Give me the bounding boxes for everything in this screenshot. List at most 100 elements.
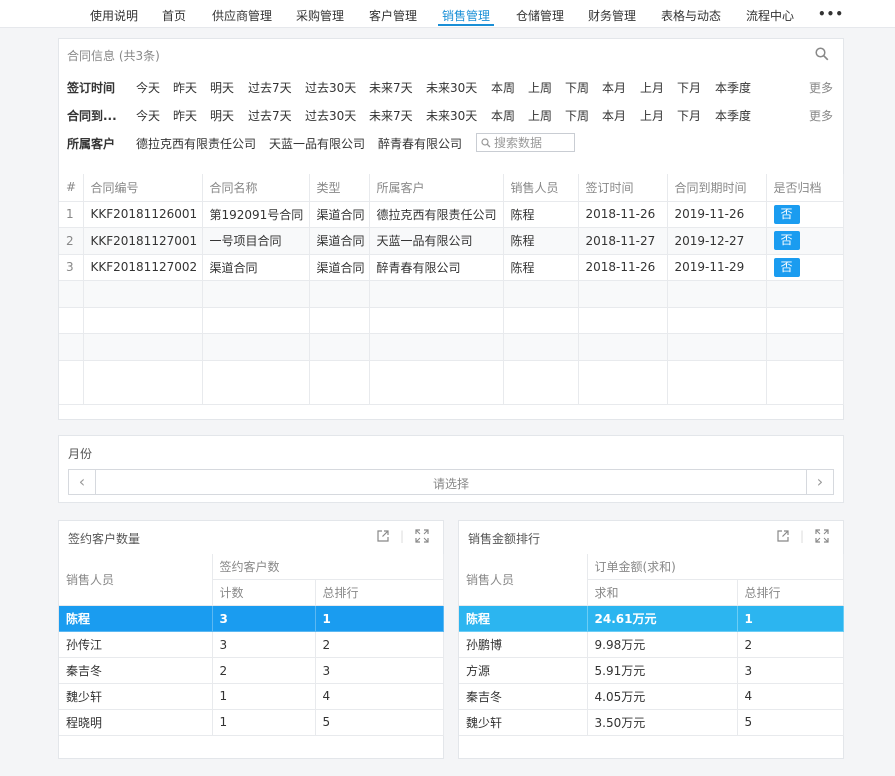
filter-option[interactable]: 昨天 bbox=[173, 107, 197, 124]
col-header[interactable]: 合同到期时间 bbox=[667, 174, 767, 202]
archive-status-badge[interactable]: 否 bbox=[773, 257, 800, 277]
nav-item-home[interactable]: 首页 bbox=[162, 7, 186, 24]
filter-option[interactable]: 本季度 bbox=[715, 79, 751, 96]
table-row[interactable]: 方源 5.91万元 3 bbox=[459, 657, 844, 684]
table-row[interactable]: 程晓明 1 5 bbox=[59, 709, 444, 736]
table-row[interactable]: 2 KKF20181127001 一号项目合同 渠道合同 天蓝一品有限公司 陈程… bbox=[59, 227, 844, 255]
filter-option[interactable]: 未来7天 bbox=[369, 79, 413, 96]
filter-option[interactable]: 过去30天 bbox=[305, 79, 356, 96]
fullscreen-icon[interactable] bbox=[415, 529, 429, 547]
filter-option[interactable]: 今天 bbox=[136, 107, 160, 124]
filter-option[interactable]: 本月 bbox=[602, 79, 626, 96]
filter-more-button[interactable]: 更多 bbox=[809, 107, 833, 124]
table-row[interactable]: 孙传江 3 2 bbox=[59, 631, 444, 659]
subheader-count: 计数 bbox=[212, 579, 316, 607]
table-row[interactable]: 魏少轩 1 4 bbox=[59, 683, 444, 710]
filter-option[interactable]: 下周 bbox=[565, 79, 589, 96]
filter-option[interactable]: 过去30天 bbox=[305, 107, 356, 124]
col-header[interactable]: 销售人员 bbox=[503, 174, 579, 202]
nav-item-purchase[interactable]: 采购管理 bbox=[296, 7, 344, 24]
filter-option[interactable]: 本季度 bbox=[715, 107, 751, 124]
overall-rank: 3 bbox=[737, 657, 844, 684]
export-icon[interactable] bbox=[376, 529, 390, 547]
table-row[interactable]: 3 KKF20181127002 渠道合同 渠道合同 醉青春有限公司 陈程 20… bbox=[59, 254, 844, 282]
nav-item-guide[interactable]: 使用说明 bbox=[90, 7, 138, 24]
customer-count: 1 bbox=[212, 709, 316, 736]
overall-rank: 5 bbox=[737, 709, 844, 736]
nav-more-icon[interactable]: ••• bbox=[818, 7, 844, 21]
table-row[interactable]: 秦吉冬 4.05万元 4 bbox=[459, 683, 844, 710]
table-header-row: 销售人员 订单金额(求和) bbox=[459, 554, 844, 607]
filter-option[interactable]: 明天 bbox=[210, 79, 234, 96]
contract-name: 渠道合同 bbox=[202, 254, 310, 282]
filter-option[interactable]: 上周 bbox=[528, 79, 552, 96]
col-header[interactable]: 签订时间 bbox=[578, 174, 668, 202]
salesperson-name: 程晓明 bbox=[59, 709, 213, 736]
table-row[interactable]: 陈程 24.61万元 1 bbox=[459, 605, 844, 633]
month-select-placeholder[interactable]: 请选择 bbox=[97, 475, 805, 492]
empty-row bbox=[59, 360, 844, 406]
archive-status-badge[interactable]: 否 bbox=[773, 231, 800, 251]
filter-option[interactable]: 未来7天 bbox=[369, 107, 413, 124]
customer-search-input[interactable] bbox=[494, 136, 572, 150]
filter-sign-date: 签订时间 今天 昨天 明天 过去7天 过去30天 未来7天 未来30天 本周 上… bbox=[67, 79, 837, 95]
filter-option[interactable]: 今天 bbox=[136, 79, 160, 96]
nav-item-customers[interactable]: 客户管理 bbox=[369, 7, 417, 24]
contract-number: KKF20181127002 bbox=[83, 254, 203, 282]
salesperson-name: 孙传江 bbox=[59, 631, 213, 659]
table-row[interactable]: 秦吉冬 2 3 bbox=[59, 657, 444, 684]
filter-option[interactable]: 未来30天 bbox=[426, 79, 477, 96]
archive-status-badge[interactable]: 否 bbox=[773, 204, 800, 224]
col-header[interactable]: 合同名称 bbox=[202, 174, 310, 202]
filter-option[interactable]: 上月 bbox=[640, 107, 664, 124]
filter-option[interactable]: 下月 bbox=[677, 107, 701, 124]
next-arrow-icon[interactable]: › bbox=[806, 470, 833, 494]
filter-option[interactable]: 天蓝一品有限公司 bbox=[269, 135, 365, 152]
filter-option[interactable]: 醉青春有限公司 bbox=[378, 135, 462, 152]
table-row[interactable]: 1 KKF20181126001 第192091号合同 渠道合同 德拉克西有限责… bbox=[59, 201, 844, 229]
filter-option[interactable]: 下月 bbox=[677, 79, 701, 96]
filter-option[interactable]: 本周 bbox=[491, 107, 515, 124]
nav-item-workflow[interactable]: 流程中心 bbox=[746, 7, 794, 24]
filter-option[interactable]: 下周 bbox=[565, 107, 589, 124]
archive-cell: 否 bbox=[766, 201, 844, 229]
overall-rank: 1 bbox=[315, 605, 444, 633]
salesperson-name: 秦吉冬 bbox=[459, 683, 588, 710]
table-row[interactable]: 陈程 3 1 bbox=[59, 605, 444, 633]
filter-more-button[interactable]: 更多 bbox=[809, 79, 833, 96]
export-icon[interactable] bbox=[776, 529, 790, 547]
col-header[interactable]: 合同编号 bbox=[83, 174, 203, 202]
col-header[interactable]: 所属客户 bbox=[369, 174, 504, 202]
prev-arrow-icon[interactable]: ‹ bbox=[69, 470, 96, 494]
filter-option[interactable]: 未来30天 bbox=[426, 107, 477, 124]
contract-name: 第192091号合同 bbox=[202, 201, 310, 229]
contract-customer: 醉青春有限公司 bbox=[369, 254, 504, 282]
table-row[interactable]: 魏少轩 3.50万元 5 bbox=[459, 709, 844, 736]
table-header-row: # 合同编号 合同名称 类型 所属客户 销售人员 签订时间 合同到期时间 是否归… bbox=[59, 174, 844, 202]
filter-option[interactable]: 本周 bbox=[491, 79, 515, 96]
nav-item-tables[interactable]: 表格与动态 bbox=[661, 7, 721, 24]
nav-item-sales[interactable]: 销售管理 bbox=[442, 7, 490, 24]
overall-rank: 4 bbox=[737, 683, 844, 710]
col-header[interactable]: 是否归档 bbox=[766, 174, 844, 202]
nav-item-warehouse[interactable]: 仓储管理 bbox=[516, 7, 564, 24]
filter-option[interactable]: 本月 bbox=[602, 107, 626, 124]
col-header[interactable]: 类型 bbox=[309, 174, 370, 202]
filter-option[interactable]: 德拉克西有限责任公司 bbox=[136, 135, 256, 152]
fullscreen-icon[interactable] bbox=[815, 529, 829, 547]
table-row[interactable]: 孙鹏博 9.98万元 2 bbox=[459, 631, 844, 659]
search-icon[interactable] bbox=[815, 47, 829, 65]
filter-option[interactable]: 过去7天 bbox=[248, 107, 292, 124]
filter-option[interactable]: 上周 bbox=[528, 107, 552, 124]
nav-item-suppliers[interactable]: 供应商管理 bbox=[212, 7, 272, 24]
filter-option[interactable]: 上月 bbox=[640, 79, 664, 96]
overall-rank: 2 bbox=[315, 631, 444, 659]
contract-panel: 合同信息 (共3条) 签订时间 今天 昨天 明天 过去7天 过去30天 未来7天… bbox=[58, 38, 844, 420]
nav-item-finance[interactable]: 财务管理 bbox=[588, 7, 636, 24]
filter-option[interactable]: 过去7天 bbox=[248, 79, 292, 96]
salesperson-name: 陈程 bbox=[59, 605, 213, 633]
customer-count: 1 bbox=[212, 683, 316, 710]
order-amount: 24.61万元 bbox=[587, 605, 738, 633]
filter-option[interactable]: 明天 bbox=[210, 107, 234, 124]
filter-option[interactable]: 昨天 bbox=[173, 79, 197, 96]
